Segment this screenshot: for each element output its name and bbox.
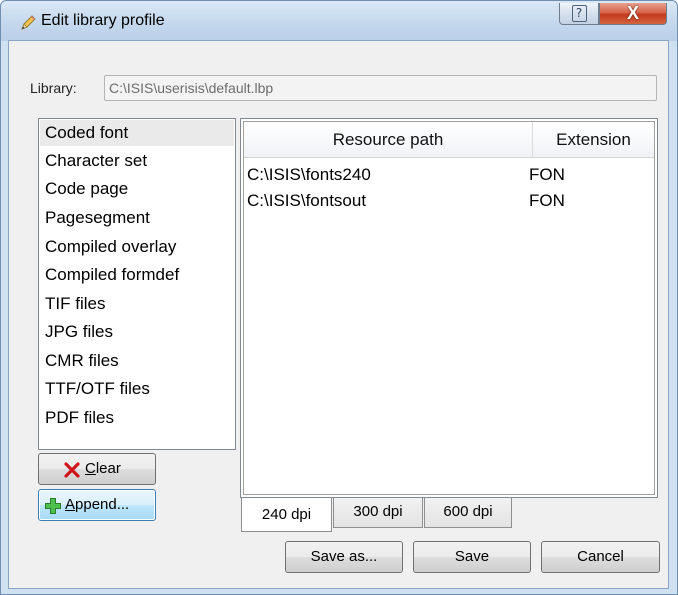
window-title: Edit library profile xyxy=(41,12,165,29)
help-icon: ? xyxy=(571,5,587,22)
red-x-icon xyxy=(63,460,81,478)
pencil-icon xyxy=(19,14,37,32)
table-cell-extension[interactable]: FON xyxy=(529,164,565,186)
column-header-extension[interactable]: Extension xyxy=(533,122,654,158)
category-item-cmr-files[interactable]: CMR files xyxy=(40,348,234,374)
cancel-button[interactable]: Cancel xyxy=(541,541,660,573)
category-item-compiled-overlay[interactable]: Compiled overlay xyxy=(40,234,234,260)
tab-600-dpi[interactable]: 600 dpi xyxy=(424,498,512,528)
save-as-button[interactable]: Save as... xyxy=(285,541,403,573)
tab-300-dpi[interactable]: 300 dpi xyxy=(333,498,423,528)
category-item-tif-files[interactable]: TIF files xyxy=(40,291,234,317)
category-item-pdf-files[interactable]: PDF files xyxy=(40,405,234,431)
category-item-code-page[interactable]: Code page xyxy=(40,176,234,202)
category-item-ttf-otf-files[interactable]: TTF/OTF files xyxy=(40,376,234,402)
table-cell-extension[interactable]: FON xyxy=(529,190,565,212)
save-button[interactable]: Save xyxy=(413,541,531,573)
category-item-pagesegment[interactable]: Pagesegment xyxy=(40,205,234,231)
help-button[interactable]: ? xyxy=(559,3,599,25)
append-button[interactable]: Append... xyxy=(38,489,156,521)
category-item-jpg-files[interactable]: JPG files xyxy=(40,319,234,345)
category-item-coded-font[interactable]: Coded font xyxy=(40,120,234,146)
library-path-field: C:\ISIS\userisis\default.lbp xyxy=(104,75,657,101)
category-item-character-set[interactable]: Character set xyxy=(40,148,234,174)
green-plus-icon xyxy=(44,496,62,514)
title-bar[interactable]: Edit library profile ? X xyxy=(1,1,677,41)
category-item-compiled-formdef[interactable]: Compiled formdef xyxy=(40,262,234,288)
clear-button[interactable]: Clear xyxy=(38,453,156,485)
close-button[interactable]: X xyxy=(599,3,667,25)
table-cell-path[interactable]: C:\ISIS\fontsout xyxy=(247,190,366,212)
resource-category-list[interactable]: Coded font Character set Code page Pages… xyxy=(38,118,236,450)
append-button-label: Append... xyxy=(65,496,130,513)
table-cell-path[interactable]: C:\ISIS\fonts240 xyxy=(247,164,371,186)
table-body: Resource path Extension C:\ISIS\fonts240… xyxy=(243,121,655,495)
tab-240-dpi[interactable]: 240 dpi xyxy=(241,498,332,532)
library-label: Library: xyxy=(30,80,77,96)
column-header-resource-path[interactable]: Resource path xyxy=(244,122,533,158)
resource-path-table[interactable]: Resource path Extension C:\ISIS\fonts240… xyxy=(240,118,658,498)
clear-button-label: Clear xyxy=(85,460,121,477)
